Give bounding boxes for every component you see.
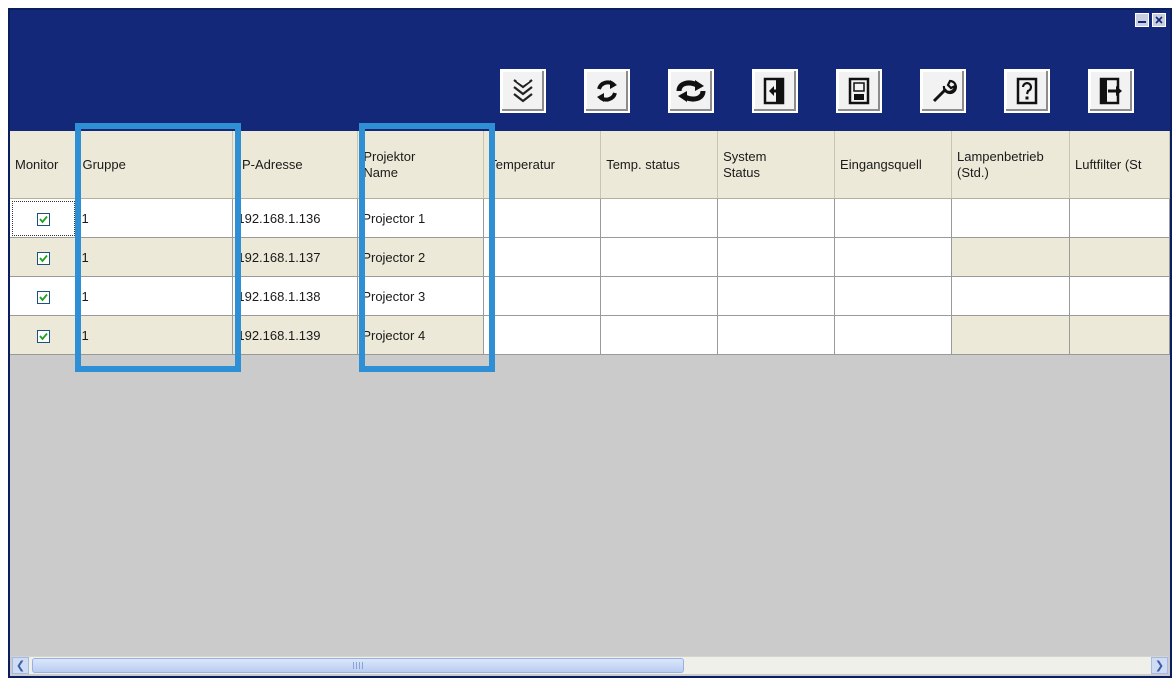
table-row[interactable]: 1 192.168.1.136 Projector 1: [10, 198, 1170, 238]
scroll-left-button[interactable]: ❮: [12, 657, 29, 674]
column-header-ip[interactable]: IP-Adresse: [232, 131, 359, 199]
header-row: Monitor Gruppe IP-Adresse Projektor Name…: [10, 131, 1170, 199]
column-header-temperature[interactable]: Temperatur: [483, 131, 602, 199]
monitor-checkbox[interactable]: [36, 251, 50, 265]
app-window: Monitor Gruppe IP-Adresse Projektor Name…: [8, 8, 1172, 678]
air-filter-cell[interactable]: [1069, 276, 1170, 316]
grip-icon: [353, 662, 363, 669]
temp-status-cell[interactable]: [600, 315, 719, 355]
horizontal-scrollbar[interactable]: ❮ ❯: [12, 656, 1168, 674]
save-icon: [848, 77, 870, 105]
checkmark-icon: [39, 254, 48, 262]
column-header-group[interactable]: Gruppe: [76, 131, 234, 199]
table-row[interactable]: 1 192.168.1.137 Projector 2: [10, 237, 1170, 277]
group-cell[interactable]: 1: [76, 237, 234, 277]
scrollbar-thumb[interactable]: [32, 658, 684, 673]
checkmark-icon: [39, 293, 48, 301]
group-cell[interactable]: 1: [76, 198, 234, 238]
ip-cell[interactable]: 192.168.1.136: [232, 198, 359, 238]
air-filter-cell[interactable]: [1069, 198, 1170, 238]
monitor-checkbox[interactable]: [36, 290, 50, 304]
input-source-cell[interactable]: [834, 315, 953, 355]
group-cell[interactable]: 1: [76, 315, 234, 355]
wrench-icon: [932, 79, 957, 103]
name-cell[interactable]: Projector 4: [357, 315, 485, 355]
temperature-cell[interactable]: [483, 237, 602, 277]
system-status-cell[interactable]: [717, 198, 836, 238]
table-row[interactable]: 1 192.168.1.139 Projector 4: [10, 315, 1170, 355]
temp-status-cell[interactable]: [600, 237, 719, 277]
lamp-hours-cell[interactable]: [951, 276, 1070, 316]
column-header-projector-name[interactable]: Projektor Name: [357, 131, 485, 199]
chevron-left-icon: ❮: [15, 660, 26, 672]
column-header-system-status[interactable]: System Status: [717, 131, 836, 199]
sync-button[interactable]: [668, 69, 714, 113]
name-cell[interactable]: Projector 2: [357, 237, 485, 277]
expand-down-button[interactable]: [500, 69, 546, 113]
air-filter-cell[interactable]: [1069, 237, 1170, 277]
monitor-cell[interactable]: [10, 276, 78, 316]
import-button[interactable]: [752, 69, 798, 113]
refresh-icon: [597, 80, 617, 102]
temperature-cell[interactable]: [483, 198, 602, 238]
system-status-cell[interactable]: [717, 276, 836, 316]
close-button[interactable]: [1152, 13, 1166, 27]
projector-table: Monitor Gruppe IP-Adresse Projektor Name…: [10, 131, 1170, 355]
input-source-cell[interactable]: [834, 237, 953, 277]
ip-cell[interactable]: 192.168.1.138: [232, 276, 359, 316]
column-header-temp-status[interactable]: Temp. status: [600, 131, 719, 199]
ip-cell[interactable]: 192.168.1.137: [232, 237, 359, 277]
exit-icon: [1099, 77, 1122, 105]
input-source-cell[interactable]: [834, 198, 953, 238]
expand-down-icon: [513, 79, 533, 103]
table-row[interactable]: 1 192.168.1.138 Projector 3: [10, 276, 1170, 316]
system-status-cell[interactable]: [717, 315, 836, 355]
chevron-right-icon: ❯: [1154, 660, 1165, 672]
settings-button[interactable]: [920, 69, 966, 113]
column-header-lamp-hours[interactable]: Lampenbetrieb (Std.): [951, 131, 1070, 199]
minimize-button[interactable]: [1135, 13, 1149, 27]
monitor-checkbox[interactable]: [36, 329, 50, 343]
monitor-cell[interactable]: [10, 237, 78, 277]
column-header-air-filter[interactable]: Luftfilter (St: [1069, 131, 1170, 199]
column-header-monitor[interactable]: Monitor: [10, 131, 78, 199]
import-icon: [763, 77, 785, 105]
system-status-cell[interactable]: [717, 237, 836, 277]
lamp-hours-cell[interactable]: [951, 315, 1070, 355]
group-cell[interactable]: 1: [76, 276, 234, 316]
minimize-icon: [1138, 21, 1146, 23]
scroll-right-button[interactable]: ❯: [1151, 657, 1168, 674]
checkmark-icon: [39, 332, 48, 340]
exit-button[interactable]: [1088, 69, 1134, 113]
ip-cell[interactable]: 192.168.1.139: [232, 315, 359, 355]
lamp-hours-cell[interactable]: [951, 237, 1070, 277]
close-icon: [1155, 16, 1163, 24]
save-button[interactable]: [836, 69, 882, 113]
title-bar: [10, 10, 1170, 35]
column-header-input-source[interactable]: Eingangsquell: [834, 131, 953, 199]
lamp-hours-cell[interactable]: [951, 198, 1070, 238]
air-filter-cell[interactable]: [1069, 315, 1170, 355]
toolbar: [10, 34, 1170, 131]
monitor-cell[interactable]: [10, 198, 78, 238]
temperature-cell[interactable]: [483, 315, 602, 355]
sync-icon: [676, 80, 706, 102]
name-cell[interactable]: Projector 3: [357, 276, 485, 316]
name-cell[interactable]: Projector 1: [357, 198, 485, 238]
temperature-cell[interactable]: [483, 276, 602, 316]
checkmark-icon: [39, 215, 48, 223]
help-button[interactable]: [1004, 69, 1050, 113]
monitor-cell[interactable]: [10, 315, 78, 355]
monitor-checkbox[interactable]: [36, 212, 50, 226]
temp-status-cell[interactable]: [600, 198, 719, 238]
help-icon: [1016, 77, 1038, 105]
temp-status-cell[interactable]: [600, 276, 719, 316]
refresh-button[interactable]: [584, 69, 630, 113]
input-source-cell[interactable]: [834, 276, 953, 316]
